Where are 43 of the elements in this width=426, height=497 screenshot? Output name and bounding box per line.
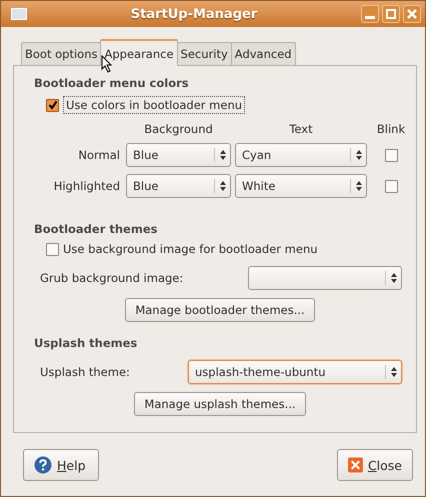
tab[interactable]: Security — [176, 42, 232, 65]
spinner-arrows-icon — [356, 181, 362, 191]
dropdown[interactable]: Cyan — [235, 143, 367, 167]
dropdown[interactable]: White — [235, 174, 367, 198]
column-header: Blink — [376, 122, 406, 136]
field-label: Grub background image: — [40, 271, 184, 285]
column-header: Text — [288, 122, 314, 136]
row-label: Highlighted — [52, 179, 121, 193]
section-heading: Usplash themes — [34, 336, 138, 350]
manage-usplash-button[interactable]: Manage usplash themes... — [134, 392, 306, 416]
maximize-button[interactable] — [382, 5, 400, 23]
tab[interactable]: Advanced — [230, 42, 296, 65]
checkbox[interactable] — [46, 242, 59, 256]
dropdown[interactable]: Blue — [126, 143, 231, 167]
checkbox-label: Use colors in bootloader menu — [63, 96, 246, 114]
window-title: StartUp-Manager — [130, 6, 258, 22]
checkbox[interactable] — [384, 148, 398, 162]
row-label: Normal — [77, 148, 121, 162]
dropdown[interactable]: usplash-theme-ubuntu — [188, 360, 402, 384]
checkbox-label: Use background image for bootloader menu — [63, 242, 318, 256]
section-heading: Bootloader menu colors — [34, 76, 190, 90]
spinner-arrows-icon — [391, 367, 397, 377]
checkbox[interactable] — [46, 98, 59, 112]
close-button[interactable]: Close — [337, 449, 413, 481]
help-button[interactable]: Help — [23, 449, 99, 481]
column-header: Background — [143, 122, 214, 136]
manage-themes-button[interactable]: Manage bootloader themes... — [125, 298, 315, 322]
tab[interactable]: Appearance — [100, 39, 178, 66]
window-icon — [11, 8, 27, 20]
dropdown[interactable]: Blue — [126, 174, 231, 198]
spinner-arrows-icon — [220, 181, 226, 191]
help-icon — [34, 456, 52, 474]
spinner-arrows-icon — [391, 273, 397, 283]
section-heading: Bootloader themes — [34, 222, 158, 236]
dropdown[interactable] — [248, 266, 402, 290]
spinner-arrows-icon — [356, 150, 362, 160]
tab[interactable]: Boot options — [21, 42, 102, 65]
minimize-button[interactable] — [361, 5, 379, 23]
close-button[interactable] — [403, 5, 421, 23]
close-icon — [348, 456, 363, 474]
field-label: Usplash theme: — [40, 365, 130, 379]
checkbox[interactable] — [384, 180, 398, 192]
spinner-arrows-icon — [220, 150, 226, 160]
